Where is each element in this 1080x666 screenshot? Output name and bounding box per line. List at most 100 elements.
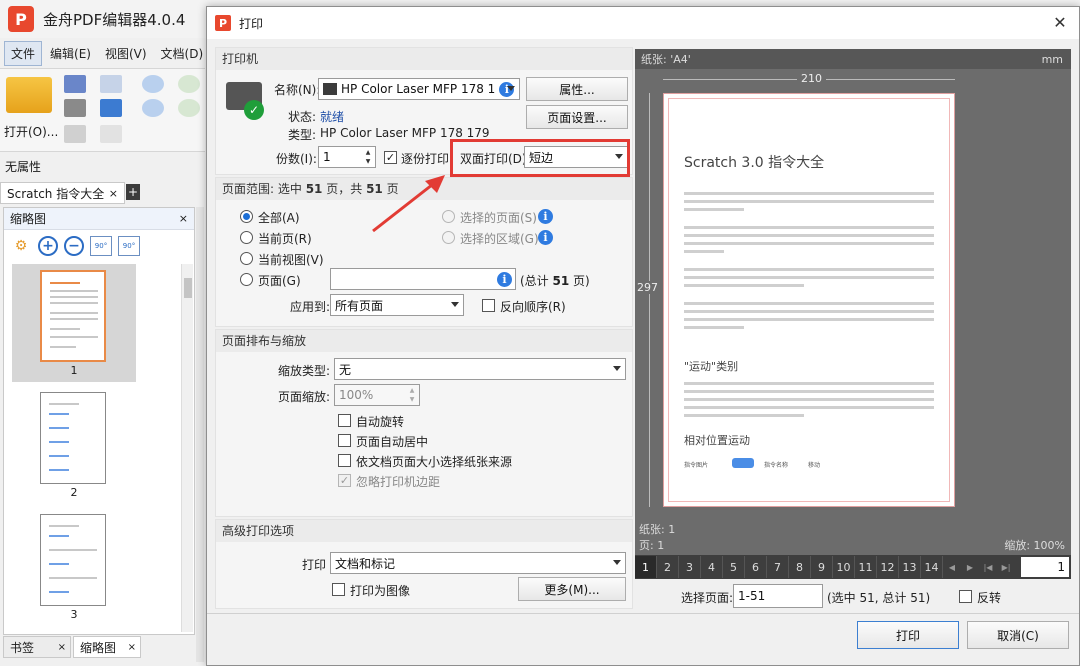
- printer-name-select[interactable]: HP Color Laser MFP 178 1 i: [318, 78, 520, 100]
- undo-icon[interactable]: [142, 75, 164, 93]
- thumbnail-item[interactable]: 1: [12, 264, 136, 382]
- menu-view[interactable]: 视图(V): [99, 42, 153, 65]
- thumbnail-page: [40, 270, 106, 362]
- thumbnail-item[interactable]: 3: [12, 508, 136, 626]
- redo-icon[interactable]: [142, 99, 164, 117]
- thumbnail-scrollbar[interactable]: [181, 264, 193, 632]
- page-button[interactable]: 10: [833, 556, 855, 578]
- document-tab[interactable]: Scratch 指令大全 ×: [0, 182, 125, 204]
- type-label: 类型:: [288, 128, 317, 142]
- thumbnail-item[interactable]: 2: [12, 386, 136, 504]
- save-icon[interactable]: [64, 75, 86, 93]
- invert-label: 反转: [977, 591, 1002, 605]
- select-pages-label: 选择页面:: [681, 591, 734, 605]
- page-button[interactable]: 8: [789, 556, 811, 578]
- page-scale-stepper[interactable]: 100% ▲ ▼: [334, 384, 420, 406]
- close-tab-icon[interactable]: ×: [109, 187, 118, 200]
- more-button[interactable]: 更多(M)...: [518, 577, 626, 601]
- page-number-input[interactable]: 1: [1021, 557, 1069, 577]
- tab-thumbnails[interactable]: 缩略图 ×: [73, 636, 141, 658]
- select-pages-input[interactable]: 1-51: [733, 584, 823, 608]
- thumbnail-panel-header: 缩略图 ×: [4, 208, 194, 230]
- range-current-page-radio[interactable]: [240, 231, 253, 244]
- ready-check-icon: ✓: [244, 100, 264, 120]
- page-button[interactable]: 1: [635, 556, 657, 578]
- prev-page-icon[interactable]: ◀: [943, 556, 961, 578]
- page-setup-button[interactable]: 页面设置...: [526, 105, 628, 129]
- open-button-label[interactable]: 打开(O)...: [4, 123, 58, 140]
- info-icon[interactable]: i: [538, 230, 553, 245]
- annotation-arrow-icon: [372, 175, 445, 233]
- info-icon[interactable]: i: [538, 209, 553, 224]
- range-all-radio[interactable]: [240, 210, 253, 223]
- first-page-icon[interactable]: |◀: [979, 556, 997, 578]
- close-panel-icon[interactable]: ×: [179, 212, 188, 225]
- preview-small-1: 指令图片: [684, 462, 709, 469]
- page-button[interactable]: 9: [811, 556, 833, 578]
- zoom-in-icon[interactable]: +: [38, 236, 58, 256]
- paper-source-checkbox[interactable]: [338, 454, 351, 467]
- preview-subtitle-1: "运动"类别: [684, 360, 739, 373]
- preview-canvas: 210 297 Scratch 3.0 指令大全 "运动"类别 相对位置运动 指…: [635, 69, 1071, 519]
- preview-small-2: 指令名称: [764, 462, 789, 469]
- copies-stepper[interactable]: 1 ▲ ▼: [318, 146, 376, 168]
- page-range-input[interactable]: i: [330, 268, 516, 290]
- reverse-order-label: 反向顺序(R): [500, 300, 566, 314]
- page-button[interactable]: 5: [723, 556, 745, 578]
- tab-bookmarks[interactable]: 书签 ×: [3, 636, 71, 658]
- range-pages-radio[interactable]: [240, 273, 253, 286]
- panel-splitter[interactable]: [196, 207, 204, 662]
- email-icon[interactable]: [100, 75, 122, 93]
- menu-file[interactable]: 文件: [4, 40, 43, 66]
- scan-icon[interactable]: [100, 99, 122, 117]
- auto-rotate-checkbox[interactable]: [338, 414, 351, 427]
- forward-icon[interactable]: [178, 99, 200, 117]
- stepper-arrows-icon[interactable]: ▲ ▼: [406, 386, 418, 404]
- next-page-icon[interactable]: ▶: [961, 556, 979, 578]
- info-icon[interactable]: i: [497, 272, 512, 287]
- invert-checkbox[interactable]: [959, 590, 972, 603]
- zoom-out-icon[interactable]: −: [64, 236, 84, 256]
- page-button[interactable]: 14: [921, 556, 943, 578]
- last-page-icon[interactable]: ▶|: [997, 556, 1015, 578]
- page-button[interactable]: 6: [745, 556, 767, 578]
- properties-icon[interactable]: [64, 125, 86, 143]
- dialog-titlebar: P 打印 ✕: [207, 7, 1079, 39]
- page-button[interactable]: 13: [899, 556, 921, 578]
- collate-checkbox[interactable]: ✓: [384, 151, 397, 164]
- print-what-select[interactable]: 文档和标记: [330, 552, 626, 574]
- print-preview: 纸张: 'A4' mm 210 297 Scratch 3.0 指令大全 "运动…: [635, 49, 1071, 609]
- page-button[interactable]: 11: [855, 556, 877, 578]
- rotate-right-icon[interactable]: 90°: [118, 236, 140, 256]
- open-folder-icon[interactable]: [6, 77, 52, 113]
- gear-icon[interactable]: ⚙: [10, 236, 32, 256]
- range-current-view-radio[interactable]: [240, 252, 253, 265]
- page-button[interactable]: 2: [657, 556, 679, 578]
- close-tab-icon[interactable]: ×: [128, 642, 136, 653]
- print-icon[interactable]: [64, 99, 86, 117]
- thumbnail-panel-title: 缩略图: [10, 212, 47, 226]
- export-icon[interactable]: [100, 125, 122, 143]
- stepper-arrows-icon[interactable]: ▲ ▼: [362, 148, 374, 166]
- print-as-image-checkbox[interactable]: [332, 583, 345, 596]
- scale-type-select[interactable]: 无: [334, 358, 626, 380]
- ignore-margins-checkbox[interactable]: ✓: [338, 474, 351, 487]
- back-icon[interactable]: [178, 75, 200, 93]
- reverse-order-checkbox[interactable]: [482, 299, 495, 312]
- page-button[interactable]: 12: [877, 556, 899, 578]
- print-button[interactable]: 打印: [857, 621, 959, 649]
- page-button[interactable]: 7: [767, 556, 789, 578]
- properties-button[interactable]: 属性...: [526, 77, 628, 101]
- close-tab-icon[interactable]: ×: [58, 642, 66, 653]
- menu-edit[interactable]: 编辑(E): [44, 42, 97, 65]
- page-button[interactable]: 4: [701, 556, 723, 578]
- auto-center-checkbox[interactable]: [338, 434, 351, 447]
- rotate-left-icon[interactable]: 90°: [90, 236, 112, 256]
- cancel-button[interactable]: 取消(C): [967, 621, 1069, 649]
- scratch-block-icon: [732, 458, 754, 468]
- close-icon[interactable]: ✕: [1049, 12, 1071, 34]
- apply-to-select[interactable]: 所有页面: [330, 294, 464, 316]
- add-tab-button[interactable]: +: [126, 184, 140, 200]
- page-button[interactable]: 3: [679, 556, 701, 578]
- menu-document[interactable]: 文档(D): [155, 42, 210, 65]
